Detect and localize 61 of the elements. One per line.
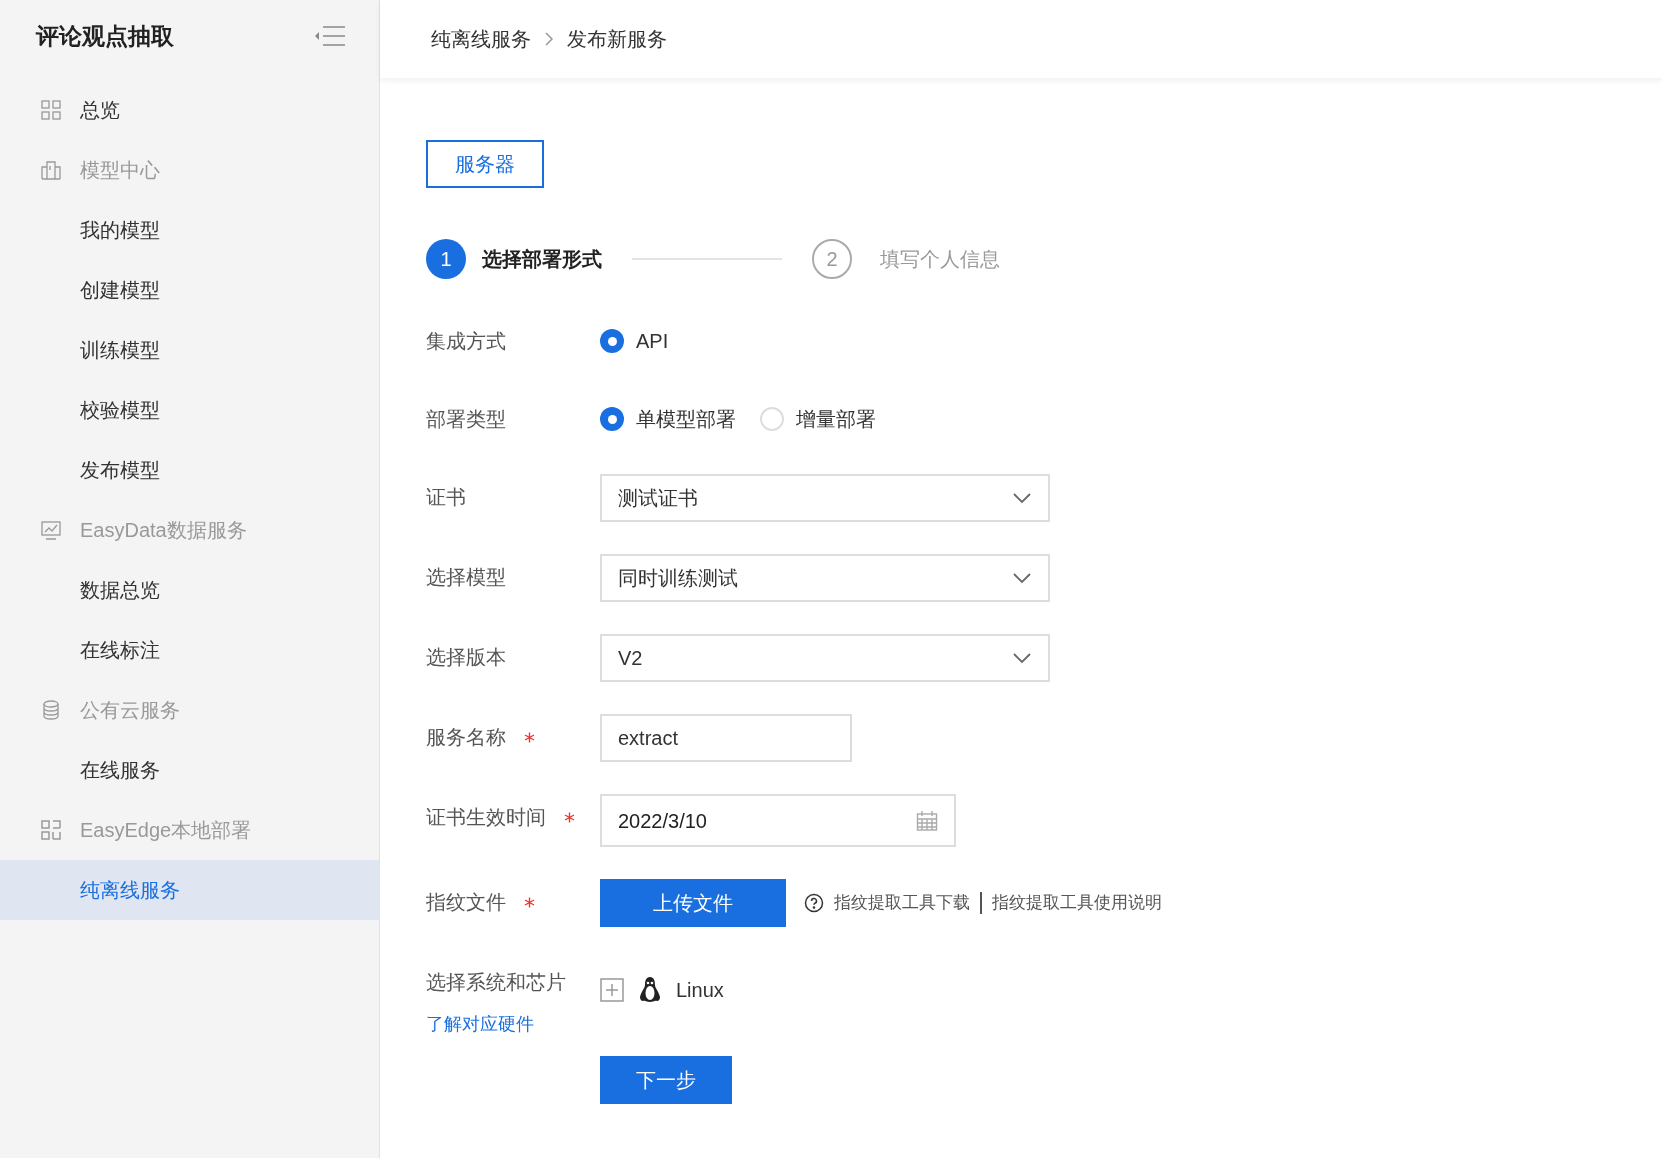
chart-icon [40, 519, 62, 541]
radio-label: API [636, 329, 669, 354]
field-label: 集成方式 [426, 329, 506, 354]
breadcrumb-item[interactable]: 纯离线服务 [431, 24, 531, 54]
date-picker[interactable]: 2022/3/10 [600, 794, 956, 847]
building-icon [40, 159, 62, 181]
sidebar-item[interactable]: 在线服务 [0, 740, 379, 800]
app-title: 评论观点抽取 [36, 21, 174, 51]
calendar-icon [916, 809, 938, 832]
sidebar-item[interactable]: 在线标注 [0, 620, 379, 680]
sidebar-item[interactable]: 发布模型 [0, 440, 379, 500]
sidebar-item[interactable]: 数据总览 [0, 560, 379, 620]
chevron-right-icon [543, 31, 555, 47]
sidebar-group-label: 模型中心 [80, 158, 160, 183]
add-checkbox-icon[interactable] [600, 978, 624, 1002]
chevron-down-icon [1012, 492, 1032, 504]
dropdown[interactable]: V2 [600, 634, 1050, 682]
sidebar-item[interactable]: 校验模型 [0, 380, 379, 440]
sidebar-item[interactable]: 我的模型 [0, 200, 379, 260]
field-label: 证书生效时间 [426, 805, 546, 830]
step-number: 2 [812, 239, 852, 279]
dropdown[interactable]: 同时训练测试 [600, 554, 1050, 602]
sidebar-group-label: EasyData数据服务 [80, 518, 247, 543]
sidebar-item[interactable]: 训练模型 [0, 320, 379, 380]
penguin-icon [638, 976, 662, 1004]
step-label: 选择部署形式 [482, 247, 602, 272]
layout-icon [40, 819, 62, 841]
field-label: 选择版本 [426, 645, 506, 670]
database-icon [40, 699, 62, 721]
field-label: 证书 [426, 485, 466, 510]
chevron-down-icon [1012, 572, 1032, 584]
sidebar-group-label: 公有云服务 [80, 698, 180, 723]
field-label: 选择系统和芯片 [426, 970, 566, 995]
hardware-link[interactable]: 了解对应硬件 [426, 1011, 1662, 1038]
os-option-label: Linux [676, 978, 724, 1003]
grid-icon [40, 99, 62, 121]
sidebar-item[interactable]: 总览 [80, 95, 120, 125]
field-label: 部署类型 [426, 407, 506, 432]
help-icon [804, 893, 824, 913]
next-button[interactable]: 下一步 [600, 1056, 732, 1104]
tab[interactable]: 服务器 [426, 140, 544, 188]
field-label: 服务名称 [426, 725, 506, 750]
sidebar-group-label: EasyEdge本地部署 [80, 818, 252, 843]
radio-button[interactable] [760, 407, 784, 431]
breadcrumb-item[interactable]: 发布新服务 [567, 24, 667, 54]
sidebar-item[interactable]: 创建模型 [0, 260, 379, 320]
radio-label: 增量部署 [796, 407, 876, 432]
help-link[interactable]: 指纹提取工具下载 [834, 890, 970, 916]
radio-button[interactable] [600, 329, 624, 353]
step-number: 1 [426, 239, 466, 279]
dropdown[interactable]: 测试证书 [600, 474, 1050, 522]
field-label: 指纹文件 [426, 890, 506, 915]
text-input[interactable]: extract [600, 714, 852, 762]
upload-button[interactable]: 上传文件 [600, 879, 786, 927]
sidebar-item[interactable]: 纯离线服务 [0, 860, 379, 920]
radio-label: 单模型部署 [636, 407, 736, 432]
step-label: 填写个人信息 [880, 247, 1000, 272]
radio-button[interactable] [600, 407, 624, 431]
chevron-down-icon [1012, 652, 1032, 664]
field-label: 选择模型 [426, 565, 506, 590]
help-link[interactable]: 指纹提取工具使用说明 [992, 890, 1162, 916]
